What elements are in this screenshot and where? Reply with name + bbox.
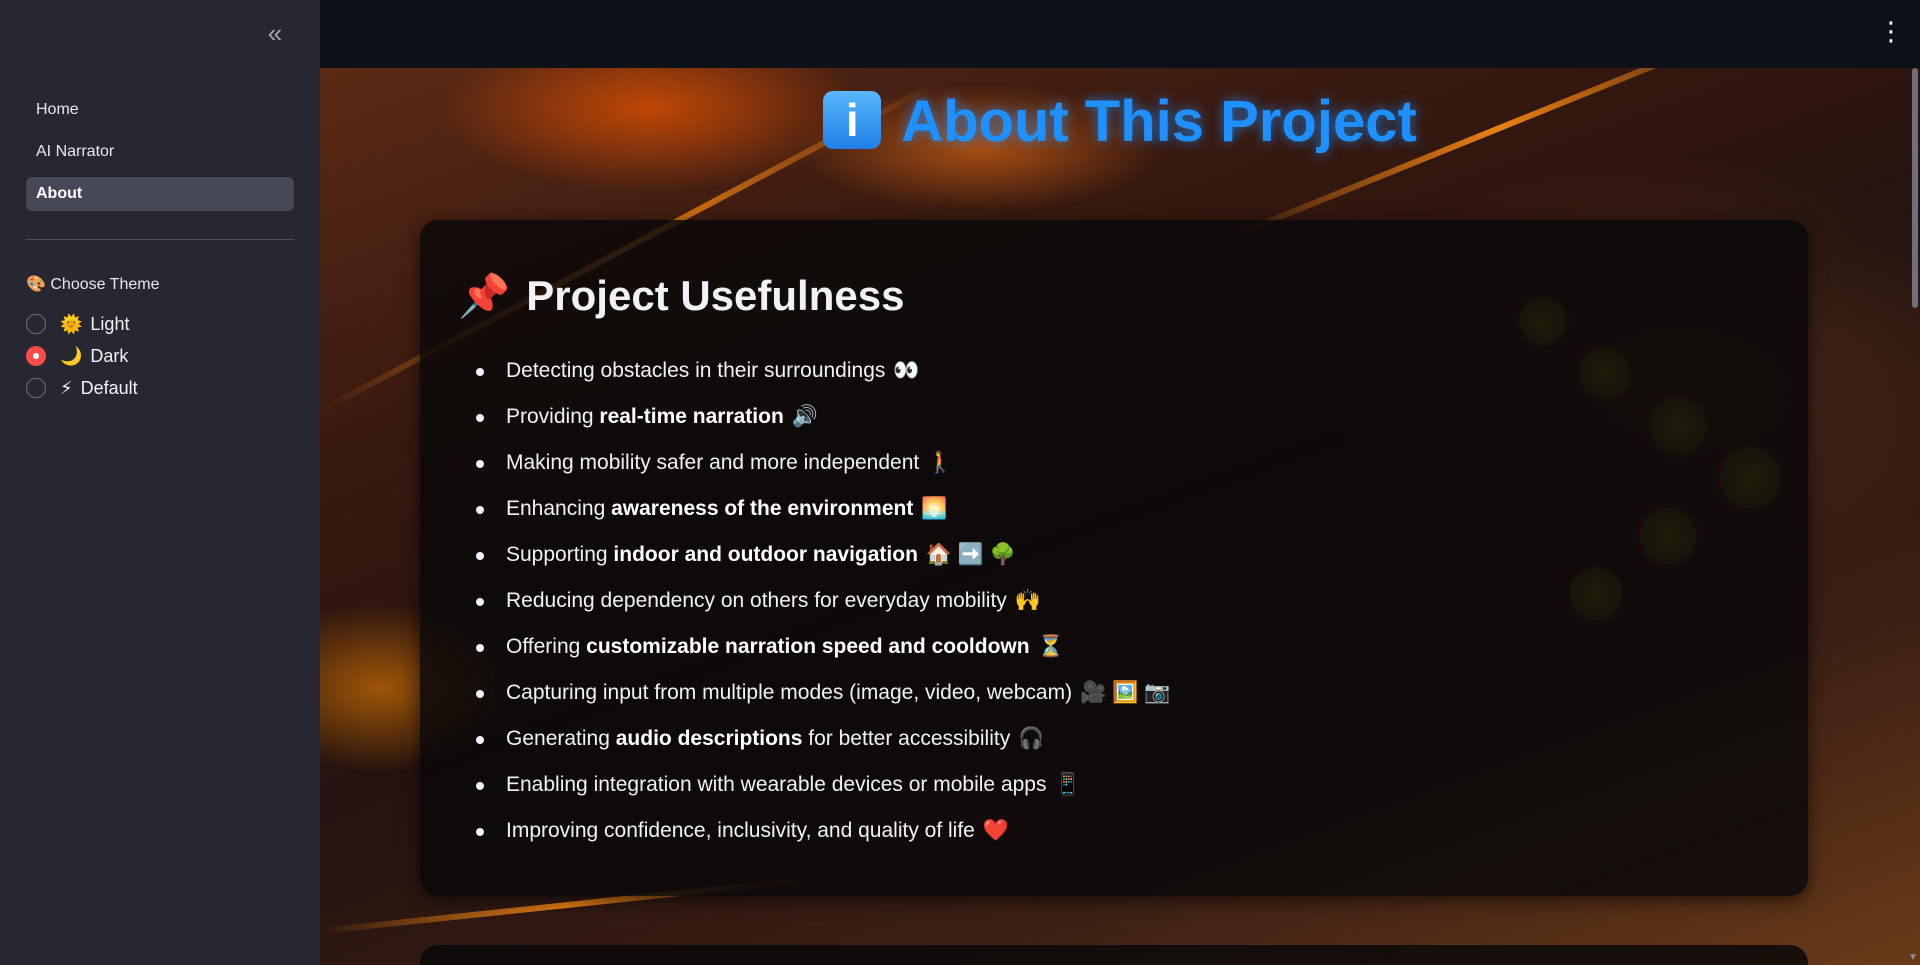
item-text: Providing [506,405,600,428]
sidebar-nav: Home AI Narrator About [26,93,294,219]
heart-icon: ❤️ [982,819,1010,842]
list-item: Detecting obstacles in their surrounding… [475,348,1170,394]
item-bold-text: awareness of the environment [611,497,914,520]
list-item: Providing real-time narration 🔊 [475,394,1170,440]
list-item: Making mobility safer and more independe… [475,440,1170,486]
theme-option-label: Dark [90,345,129,366]
collapse-sidebar-icon[interactable]: « [260,18,290,48]
lightning-icon: ⚡ [60,377,73,398]
usefulness-list: Detecting obstacles in their surrounding… [458,348,1170,854]
item-text: for better accessibility [802,727,1011,750]
next-section-card [420,945,1808,965]
hourglass-icon: ⏳ [1037,635,1064,658]
sidebar-divider [26,239,294,240]
list-item: Capturing input from multiple modes (ima… [475,670,1171,716]
headphones-icon: 🎧 [1018,727,1045,750]
theme-label: 🎨 Choose Theme [26,276,160,293]
radio-dark[interactable] [26,346,46,366]
item-bold-text: audio descriptions [615,727,803,750]
scrollbar-thumb[interactable] [1912,68,1918,308]
item-text: Generating [506,727,616,750]
item-text: Detecting obstacles in their surrounding… [506,359,886,382]
info-icon: i [823,90,882,149]
item-bold-text: indoor and outdoor navigation [613,543,918,566]
item-text: Supporting [506,543,614,566]
item-text: Reducing dependency on others for everyd… [506,589,1007,612]
mobile-phone-icon: 📱 [1054,773,1081,796]
theme-option-light[interactable]: 🌞 Light [26,308,138,340]
theme-option-label: Default [80,377,138,398]
item-text: Offering [506,635,587,658]
walking-person-icon: 🚶 [927,451,954,474]
list-item: Offering customizable narration speed an… [475,624,1170,670]
radio-light[interactable] [26,314,46,334]
item-text: Capturing input from multiple modes (ima… [506,681,1073,704]
speaker-icon: 🔊 [791,405,818,428]
sidebar-item-about[interactable]: About [26,177,294,211]
radio-default[interactable] [26,378,46,398]
eyes-icon: 👀 [893,359,920,382]
sidebar: « Home AI Narrator About 🎨 Choose Theme … [0,0,320,965]
raised-hands-icon: 🙌 [1014,589,1041,612]
item-bold-text: customizable narration speed and cooldow… [586,635,1030,658]
theme-option-default[interactable]: ⚡ Default [26,372,138,404]
item-text: Improving confidence, inclusivity, and q… [506,819,975,842]
section-heading-text: Project Usefulness [526,272,905,319]
house-arrow-tree-icon: 🏠 ➡️ 🌳 [925,543,1017,566]
sun-icon: 🌞 [60,313,83,334]
scroll-down-icon[interactable]: ▼ [1908,952,1918,963]
theme-option-dark[interactable]: 🌙 Dark [26,340,138,372]
list-item: Generating audio descriptions for better… [475,716,1170,762]
sidebar-item-home[interactable]: Home [26,93,294,127]
page-title-text: About This Project [901,89,1417,154]
item-text: Enabling integration with wearable devic… [506,773,1047,796]
top-bar: ⋮ [320,0,1920,68]
main-content: i About This Project 📌 Project Usefulness … [320,68,1920,965]
item-text: Making mobility safer and more independe… [506,451,920,474]
list-item: Enabling integration with wearable devic… [475,762,1170,808]
camera-picture-icon: 🎥 🖼️ 📷 [1080,681,1171,704]
list-item: Supporting indoor and outdoor navigation… [475,532,1170,578]
list-item: Improving confidence, inclusivity, and q… [475,808,1170,854]
moon-icon: 🌙 [60,345,83,366]
section-heading: 📌 Project Usefulness [458,272,904,321]
list-item: Reducing dependency on others for everyd… [475,578,1170,624]
usefulness-card: 📌 Project Usefulness Detecting obstacles … [420,220,1808,896]
sidebar-item-ai-narrator[interactable]: AI Narrator [26,135,294,169]
sunrise-icon: 🌅 [921,497,948,520]
pin-icon: 📌 [458,272,511,319]
main-menu-icon[interactable]: ⋮ [1878,16,1904,46]
theme-radio-group: 🌞 Light 🌙 Dark ⚡ Default [26,308,138,404]
page-title: i About This Project [320,88,1920,155]
list-item: Enhancing awareness of the environment 🌅 [475,486,1170,532]
theme-option-label: Light [90,313,130,334]
item-text: Enhancing [506,497,612,520]
item-bold-text: real-time narration [599,405,784,428]
